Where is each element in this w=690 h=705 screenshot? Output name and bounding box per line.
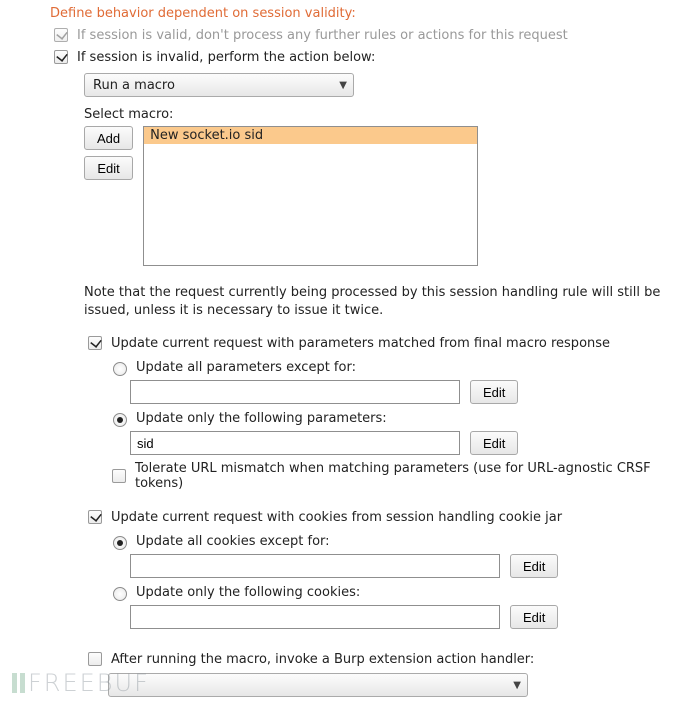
- tolerate-url-label: Tolerate URL mismatch when matching para…: [135, 461, 684, 491]
- macro-list[interactable]: New socket.io sid: [143, 126, 478, 266]
- cookies-except-edit-button[interactable]: Edit: [510, 554, 558, 578]
- cookies-only-radio[interactable]: [113, 587, 127, 601]
- macro-area: Add Edit New socket.io sid ▶: [84, 126, 684, 266]
- params-except-radio[interactable]: [113, 362, 127, 376]
- cookies-except-input[interactable]: [130, 554, 500, 578]
- cookies-only-edit-button[interactable]: Edit: [510, 605, 558, 629]
- update-cookies-label: Update current request with cookies from…: [111, 510, 562, 525]
- params-only-radio[interactable]: [113, 413, 127, 427]
- params-except-input[interactable]: [130, 380, 460, 404]
- invalid-session-row: If session is invalid, perform the actio…: [50, 47, 684, 67]
- update-params-label: Update current request with parameters m…: [111, 336, 610, 351]
- chevron-down-icon: ▼: [339, 80, 347, 91]
- params-only-edit-button[interactable]: Edit: [470, 431, 518, 455]
- session-rule-panel: Define behavior dependent on session val…: [0, 0, 690, 705]
- extension-handler-combo[interactable]: ▼: [108, 673, 528, 697]
- action-combo-value: Run a macro: [93, 78, 175, 93]
- invalid-session-label: If session is invalid, perform the actio…: [77, 50, 375, 65]
- params-only-input[interactable]: [130, 431, 460, 455]
- after-macro-checkbox[interactable]: [88, 652, 102, 666]
- add-button[interactable]: Add: [84, 126, 133, 150]
- valid-session-row: If session is valid, don't process any f…: [50, 25, 684, 45]
- cookies-except-radio[interactable]: [113, 536, 127, 550]
- cookies-only-label: Update only the following cookies:: [136, 585, 360, 600]
- params-only-label: Update only the following parameters:: [136, 411, 387, 426]
- list-item[interactable]: New socket.io sid: [144, 127, 477, 144]
- tolerate-url-checkbox[interactable]: [112, 469, 126, 483]
- cookies-except-label: Update all cookies except for:: [136, 534, 330, 549]
- update-cookies-checkbox[interactable]: [88, 510, 102, 524]
- section-heading: Define behavior dependent on session val…: [50, 6, 684, 21]
- action-combo[interactable]: Run a macro ▼: [84, 73, 354, 97]
- note-text: Note that the request currently being pr…: [84, 284, 684, 319]
- edit-button[interactable]: Edit: [84, 156, 133, 180]
- chevron-down-icon: ▼: [513, 680, 521, 691]
- invalid-session-checkbox[interactable]: [54, 50, 68, 64]
- params-except-edit-button[interactable]: Edit: [470, 380, 518, 404]
- valid-session-label: If session is valid, don't process any f…: [77, 28, 568, 43]
- params-except-label: Update all parameters except for:: [136, 360, 356, 375]
- update-params-checkbox[interactable]: [88, 336, 102, 350]
- cookies-only-input[interactable]: [130, 605, 500, 629]
- valid-session-checkbox: [54, 28, 68, 42]
- after-macro-label: After running the macro, invoke a Burp e…: [111, 652, 534, 667]
- select-macro-label: Select macro:: [84, 107, 173, 122]
